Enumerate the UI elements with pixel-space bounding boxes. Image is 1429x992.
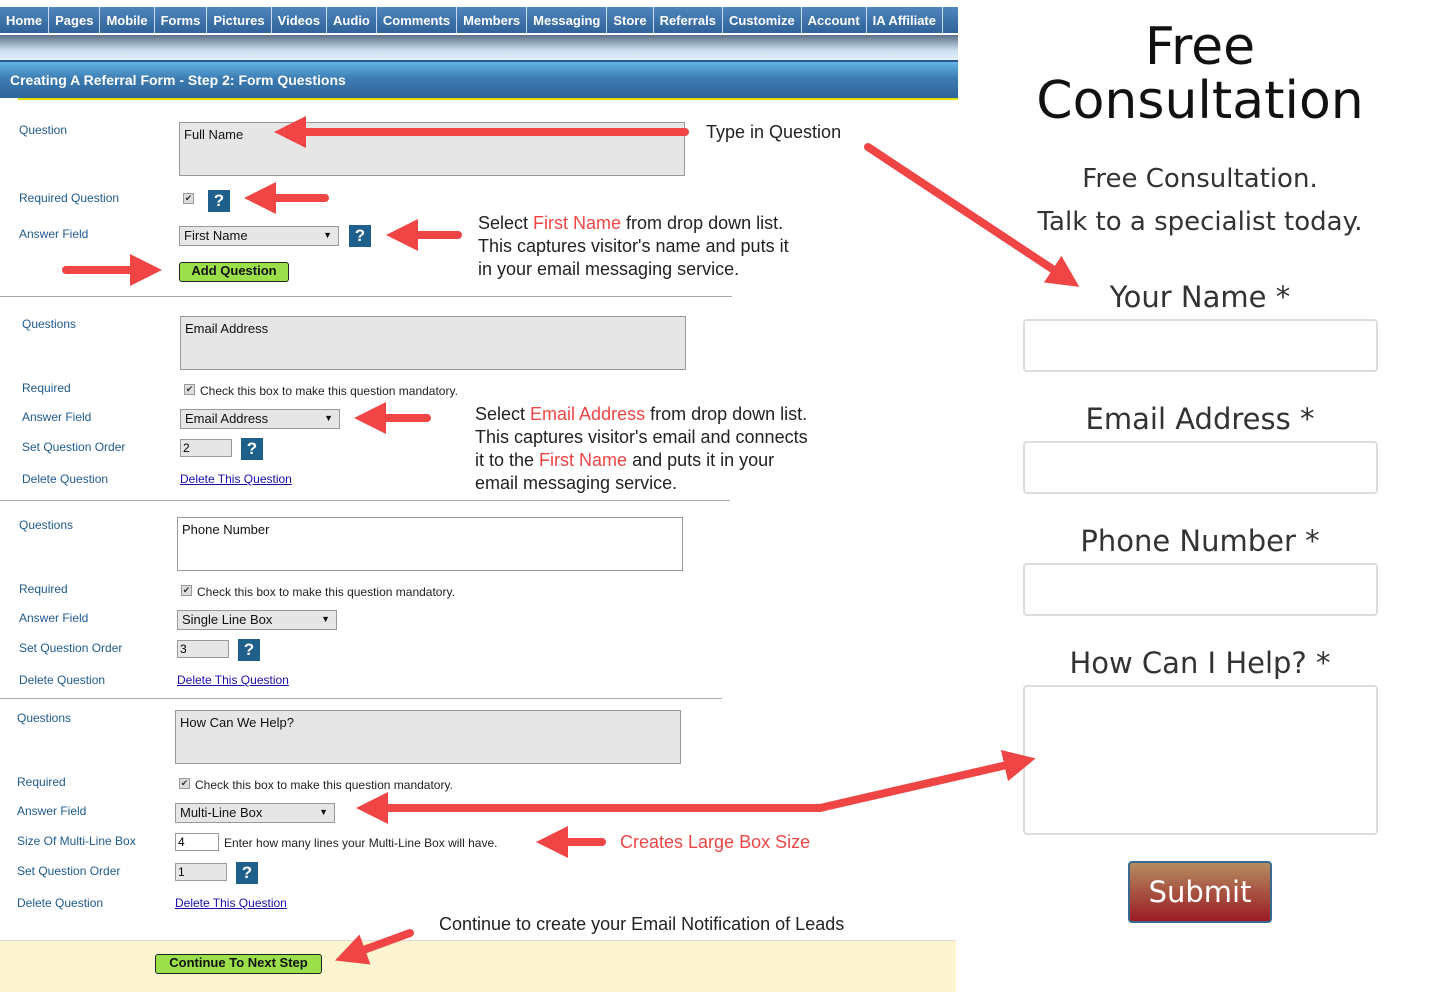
arrow-icon bbox=[864, 143, 1080, 287]
arrow-icon bbox=[334, 929, 414, 965]
arrow-icon bbox=[816, 749, 1036, 812]
arrow-overlay bbox=[62, 116, 1080, 965]
